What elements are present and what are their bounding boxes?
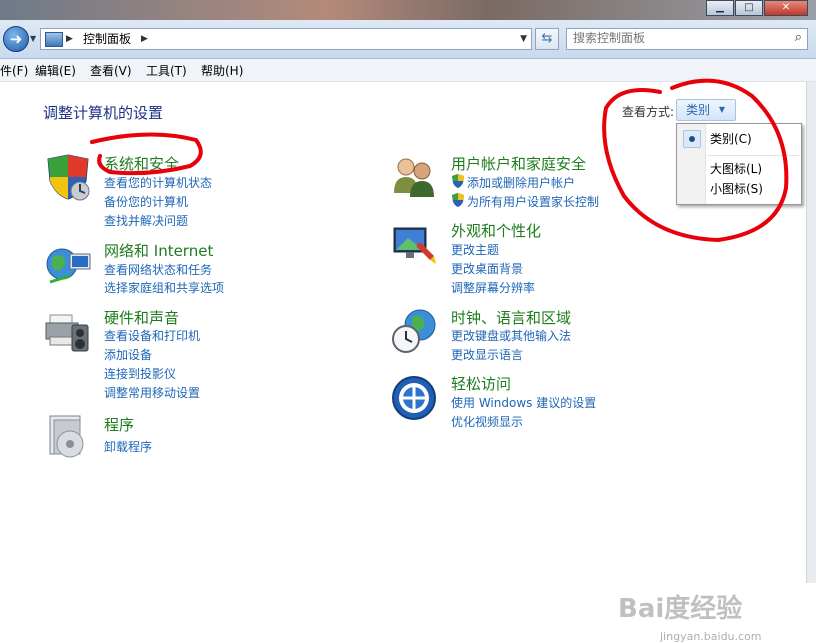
category-title-programs[interactable]: 程序 [104,414,134,435]
category-title-ease-of-access[interactable]: 轻松访问 [451,373,511,394]
link-network-status[interactable]: 查看网络状态和任务 [104,261,212,278]
link-devices-printers[interactable]: 查看设备和打印机 [104,327,200,344]
search-icon[interactable]: ⌕ [795,30,802,45]
page-title: 调整计算机的设置 [43,104,164,122]
printer-hardware-icon[interactable] [44,307,92,355]
breadcrumb-control-panel[interactable]: 控制面板 [83,29,131,49]
network-globe-icon[interactable] [44,240,92,288]
link-optimize-visual-display[interactable]: 优化视频显示 [451,413,523,430]
link-add-remove-accounts[interactable]: 添加或删除用户帐户 [467,174,575,191]
appearance-monitor-icon[interactable] [390,222,438,270]
maximize-button[interactable]: □ [735,0,763,16]
dropdown-separator [707,155,799,156]
menu-file[interactable]: 件(F) [0,62,28,79]
link-troubleshoot[interactable]: 查找并解决问题 [104,212,188,229]
ease-of-access-icon[interactable] [390,374,438,422]
link-view-computer-status[interactable]: 查看您的计算机状态 [104,174,212,191]
link-keyboard-input[interactable]: 更改键盘或其他输入法 [451,327,571,344]
category-title-user-accounts[interactable]: 用户帐户和家庭安全 [451,153,586,174]
back-button[interactable]: ➜ [3,26,29,52]
link-connect-projector[interactable]: 连接到投影仪 [104,365,176,382]
link-mobility-settings[interactable]: 调整常用移动设置 [104,384,200,401]
chevron-right-icon[interactable]: ▶ [66,29,73,49]
control-panel-icon [45,32,63,47]
chevron-down-icon: ▼ [718,105,725,114]
view-by-button[interactable]: 类别 ▼ [676,99,736,121]
search-box[interactable]: ⌕ [566,28,808,50]
navigation-toolbar: ➜ ▼ ▶ 控制面板 ▶ ▼ ⇆ ⌕ [0,20,816,59]
view-by-label: 查看方式: [622,105,675,119]
baidu-watermark-logo: Bai度经验 [618,594,743,624]
address-bar[interactable]: ▶ 控制面板 ▶ ▼ [40,28,532,50]
link-add-device[interactable]: 添加设备 [104,346,152,363]
vertical-scrollbar[interactable] [806,82,816,583]
link-homegroup-sharing[interactable]: 选择家庭组和共享选项 [104,279,224,296]
category-title-appearance[interactable]: 外观和个性化 [451,220,541,241]
link-windows-recommended-settings[interactable]: 使用 Windows 建议的设置 [451,394,596,411]
address-dropdown-icon[interactable]: ▼ [520,29,527,49]
view-by-dropdown: 类别(C) 大图标(L) 小图标(S) [676,123,802,205]
view-option-large-icons[interactable]: 大图标(L) [677,159,801,179]
link-screen-resolution[interactable]: 调整屏幕分辨率 [451,279,535,296]
baidu-watermark-url: jingyan.baidu.com [660,630,762,643]
close-button[interactable]: ✕ [764,0,808,16]
link-uninstall-program[interactable]: 卸载程序 [104,438,152,455]
menu-edit[interactable]: 编辑(E) [35,62,76,79]
view-option-small-icons[interactable]: 小图标(S) [677,179,801,199]
shield-security-icon[interactable] [44,153,92,201]
menu-help[interactable]: 帮助(H) [201,62,243,79]
clock-globe-icon[interactable] [390,307,438,355]
radio-selected-icon [683,130,701,148]
programs-disc-icon[interactable] [44,412,92,460]
view-option-category[interactable]: 类别(C) [677,129,801,149]
category-title-network[interactable]: 网络和 Internet [104,240,213,261]
minimize-button[interactable]: ▁ [706,0,734,16]
desktop-background [0,0,816,20]
window-controls: ▁ □ ✕ [705,0,808,16]
users-icon[interactable] [390,153,438,201]
chevron-right-icon[interactable]: ▶ [141,29,148,49]
link-backup-computer[interactable]: 备份您的计算机 [104,193,188,210]
control-panel-content: 调整计算机的设置 查看方式: 类别 ▼ 系统和安全 查看您的计算机状态 备份您的… [0,82,806,643]
menu-bar: 件(F) 编辑(E) 查看(V) 工具(T) 帮助(H) [0,59,816,82]
menu-view[interactable]: 查看(V) [90,62,132,79]
menu-tools[interactable]: 工具(T) [146,62,187,79]
view-by-value: 类别 [686,103,711,117]
link-change-theme[interactable]: 更改主题 [451,241,499,258]
link-desktop-background[interactable]: 更改桌面背景 [451,260,523,277]
category-title-hardware-sound[interactable]: 硬件和声音 [104,307,179,328]
refresh-button[interactable]: ⇆ [535,28,559,50]
category-title-clock-language[interactable]: 时钟、语言和区域 [451,307,571,328]
category-title-system-security[interactable]: 系统和安全 [104,153,179,174]
recent-pages-dropdown[interactable]: ▼ [30,34,36,43]
search-input[interactable] [567,29,789,47]
link-display-language[interactable]: 更改显示语言 [451,346,523,363]
uac-shield-icon [452,174,464,188]
link-parental-controls[interactable]: 为所有用户设置家长控制 [467,193,599,210]
uac-shield-icon [452,193,464,207]
